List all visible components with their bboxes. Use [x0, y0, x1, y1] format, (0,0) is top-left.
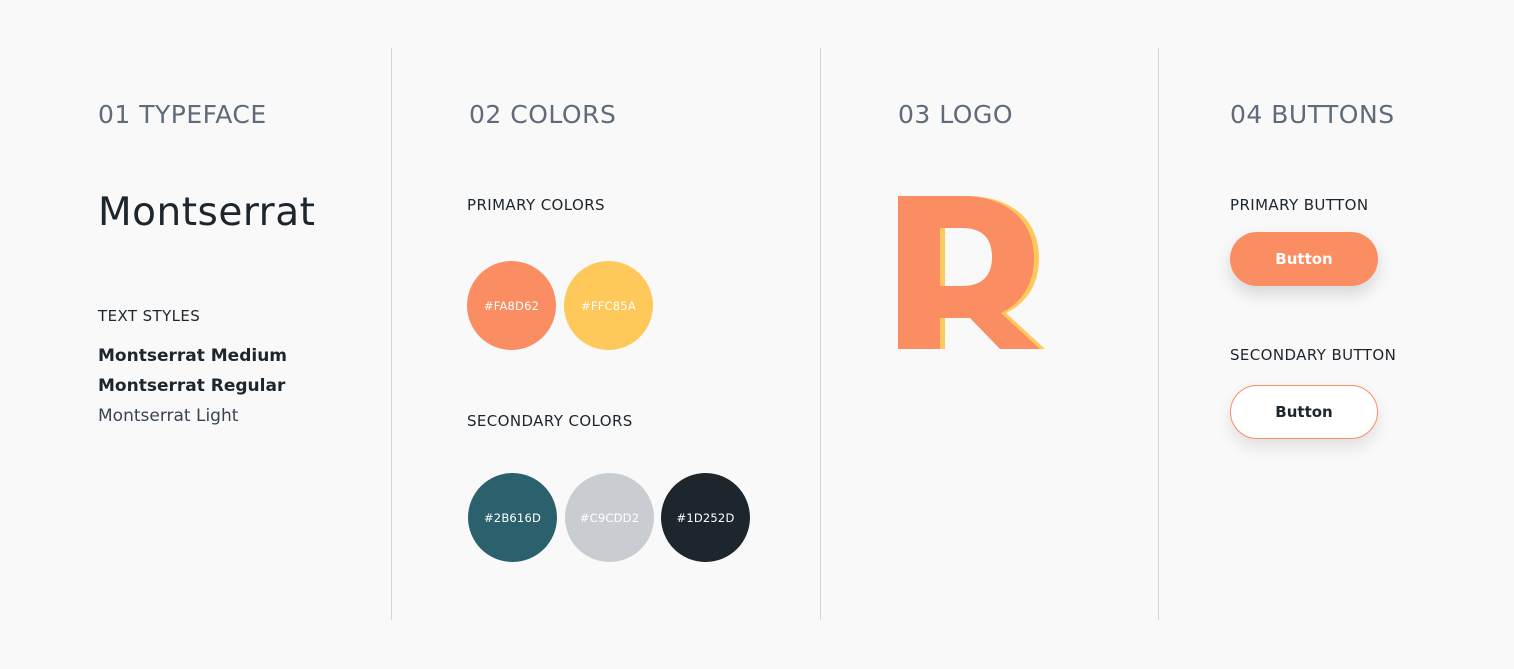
- swatch-hex-label: #2B616D: [483, 510, 542, 525]
- colors-title: 02 COLORS: [469, 100, 617, 129]
- swatch-hex-label: #C9CDD2: [579, 510, 640, 525]
- text-styles-label: TEXT STYLES: [98, 307, 201, 325]
- primary-colors-label: PRIMARY COLORS: [467, 196, 605, 214]
- text-style-regular: Montserrat Regular: [98, 376, 286, 396]
- typeface-font-name: Montserrat: [98, 190, 316, 235]
- swatch-secondary-gray: #C9CDD2: [565, 473, 654, 562]
- swatch-hex-label: #FFC85A: [581, 298, 636, 313]
- swatch-primary-yellow: #FFC85A: [564, 261, 653, 350]
- buttons-title: 04 BUTTONS: [1230, 100, 1395, 129]
- logo-title: 03 LOGO: [898, 100, 1014, 129]
- swatch-secondary-dark: #1D252D: [661, 473, 750, 562]
- swatch-primary-orange: #FA8D62: [467, 261, 556, 350]
- column-divider-2: [820, 48, 821, 620]
- swatch-secondary-teal: #2B616D: [468, 473, 557, 562]
- primary-button-label: PRIMARY BUTTON: [1230, 196, 1369, 214]
- swatch-hex-label: #1D252D: [676, 510, 735, 525]
- secondary-button-label: SECONDARY BUTTON: [1230, 346, 1397, 364]
- logo-r-mark: [898, 196, 1045, 349]
- swatch-hex-label: #FA8D62: [483, 298, 540, 313]
- column-divider-1: [391, 48, 392, 620]
- column-divider-3: [1158, 48, 1159, 620]
- text-style-medium: Montserrat Medium: [98, 346, 288, 366]
- secondary-colors-label: SECONDARY COLORS: [467, 412, 633, 430]
- text-style-light: Montserrat Light: [98, 406, 239, 426]
- typeface-title: 01 TYPEFACE: [98, 100, 267, 129]
- secondary-button[interactable]: Button: [1230, 385, 1378, 439]
- primary-button[interactable]: Button: [1230, 232, 1378, 286]
